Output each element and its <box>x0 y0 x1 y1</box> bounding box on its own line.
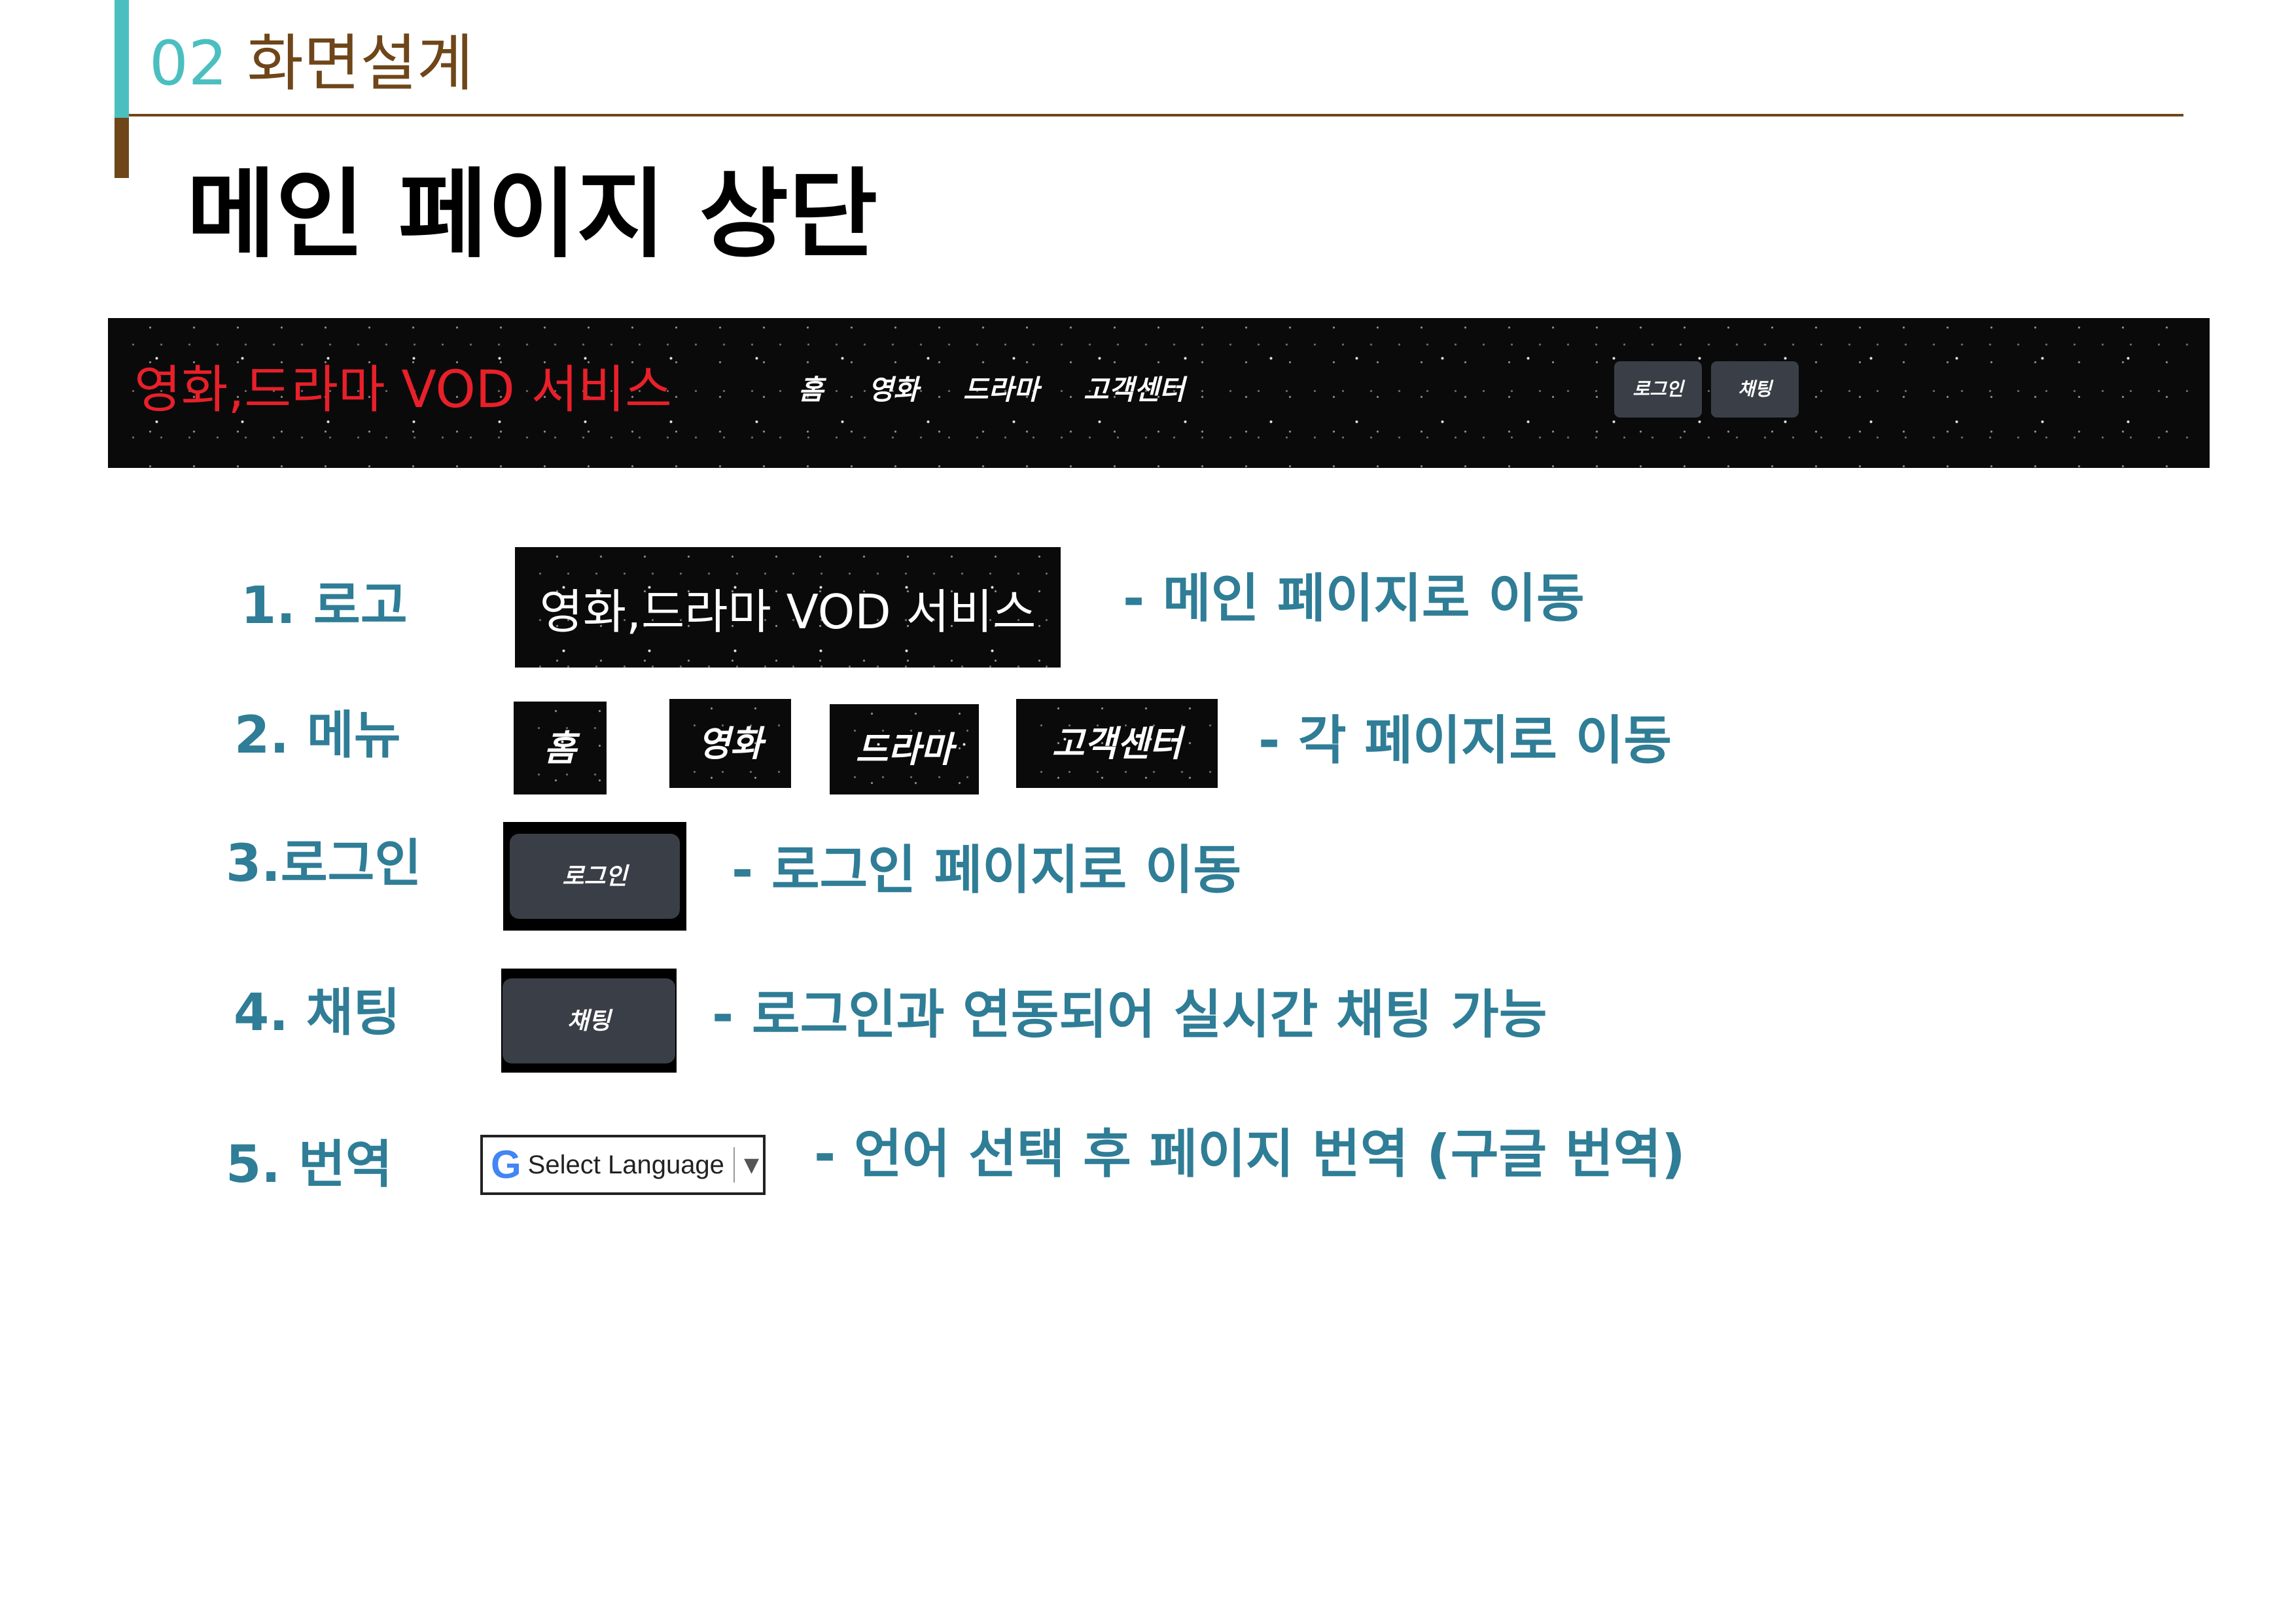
site-header-screenshot: 영화,드라마 VOD 서비스 홈 영화 드라마 고객센터 로그인 채팅 <box>108 318 2210 468</box>
chat-sample-button: 채팅 <box>503 978 675 1063</box>
feature-label-translate: 5. 번역 <box>226 1135 393 1194</box>
feature-desc-chat: - 로그인과 연동되어 실시간 채팅 가능 <box>712 984 1547 1045</box>
feature-label-login: 3.로그인 <box>226 834 422 893</box>
accent-bar-teal <box>115 0 129 118</box>
nav-item-dramas[interactable]: 드라마 <box>963 370 1039 410</box>
feature-desc-login: - 로그인 페이지로 이동 <box>732 840 1242 901</box>
chat-sample: 채팅 <box>501 969 677 1073</box>
login-button[interactable]: 로그인 <box>1614 361 1702 418</box>
nav-item-movies[interactable]: 영화 <box>868 370 919 410</box>
menu-sample-home: 홈 <box>514 702 607 794</box>
feature-label-chat: 4. 채팅 <box>234 984 400 1043</box>
feature-label-menu: 2. 메뉴 <box>234 706 401 765</box>
language-select-text: Select Language <box>527 1150 724 1179</box>
feature-desc-menu: - 각 페이지로 이동 <box>1258 710 1672 771</box>
menu-sample-text: 홈 <box>544 727 576 769</box>
menu-sample-dramas: 드라마 <box>830 704 979 794</box>
nav-item-support[interactable]: 고객센터 <box>1084 370 1185 410</box>
feature-label-logo: 1. 로고 <box>241 577 408 635</box>
menu-sample-support: 고객센터 <box>1016 699 1218 788</box>
login-sample-button: 로그인 <box>510 834 680 919</box>
feature-desc-translate: - 언어 선택 후 페이지 번역 (구글 번역) <box>814 1124 1686 1185</box>
google-g-icon: G <box>491 1143 521 1186</box>
accent-bar-brown <box>115 118 129 178</box>
language-select-divider <box>733 1147 735 1183</box>
nav-item-home[interactable]: 홈 <box>798 370 824 410</box>
site-logo[interactable]: 영화,드라마 VOD 서비스 <box>134 357 672 423</box>
menu-sample-movies: 영화 <box>669 699 791 788</box>
section-number: 02 <box>149 28 228 99</box>
section-title: 화면설계 <box>247 28 474 99</box>
chat-button[interactable]: 채팅 <box>1711 361 1799 418</box>
menu-sample-text: 영화 <box>698 722 763 764</box>
menu-sample-text: 고객센터 <box>1051 722 1182 764</box>
feature-desc-logo: - 메인 페이지로 이동 <box>1123 568 1585 629</box>
language-select[interactable]: G Select Language ▼ <box>480 1135 766 1195</box>
header-rule <box>129 114 2183 116</box>
page-title: 메인 페이지 상단 <box>186 158 878 271</box>
site-nav: 홈 영화 드라마 고객센터 <box>798 370 1184 410</box>
dropdown-arrow-icon: ▼ <box>743 1153 760 1177</box>
logo-sample: 영화,드라마 VOD 서비스 <box>515 547 1061 668</box>
login-sample: 로그인 <box>503 822 686 931</box>
menu-sample-text: 드라마 <box>855 728 953 770</box>
section-heading: 02 화면설계 <box>149 25 473 103</box>
